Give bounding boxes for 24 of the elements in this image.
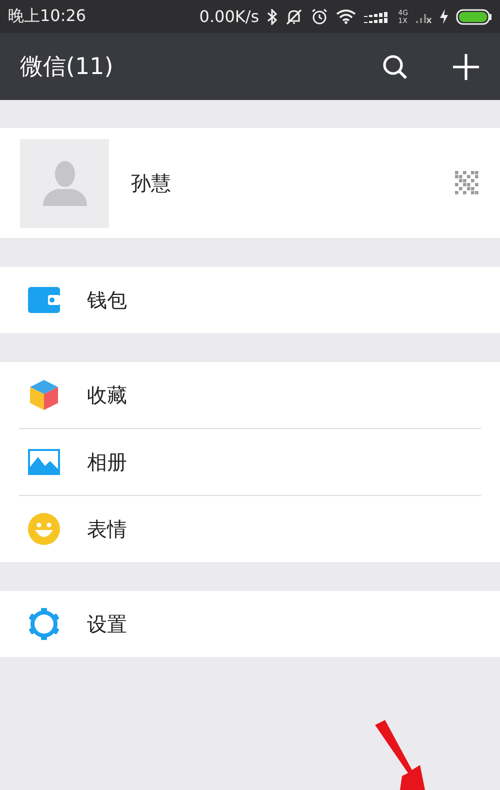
wifi-icon [336,9,356,24]
qr-code-icon[interactable] [454,170,480,196]
landscape-image-icon [28,449,60,475]
alarm-icon [311,8,328,25]
signal-icon [364,10,390,24]
clock: 晚上10:26 [8,6,86,27]
add-button[interactable] [452,52,480,80]
search-button[interactable] [382,54,408,80]
network-speed: 0.00K/s [199,7,260,26]
charging-icon [440,9,448,24]
bluetooth-icon [267,8,278,24]
muted-bell-icon [285,8,304,24]
cube-icon [28,379,60,411]
settings-icon [28,608,60,640]
profile-card[interactable]: 孙慧 [0,128,500,238]
menu-item[interactable]: 相册 [19,428,481,495]
menu-item[interactable]: 表情 [19,495,481,562]
smiley-icon [28,513,60,545]
menu-item[interactable]: 收藏 [19,362,481,428]
app-title: 微信(11) [20,53,114,82]
wallet-icon [28,287,60,313]
person-icon [42,160,88,206]
user-name: 孙慧 [131,170,172,196]
battery-icon [456,8,492,24]
